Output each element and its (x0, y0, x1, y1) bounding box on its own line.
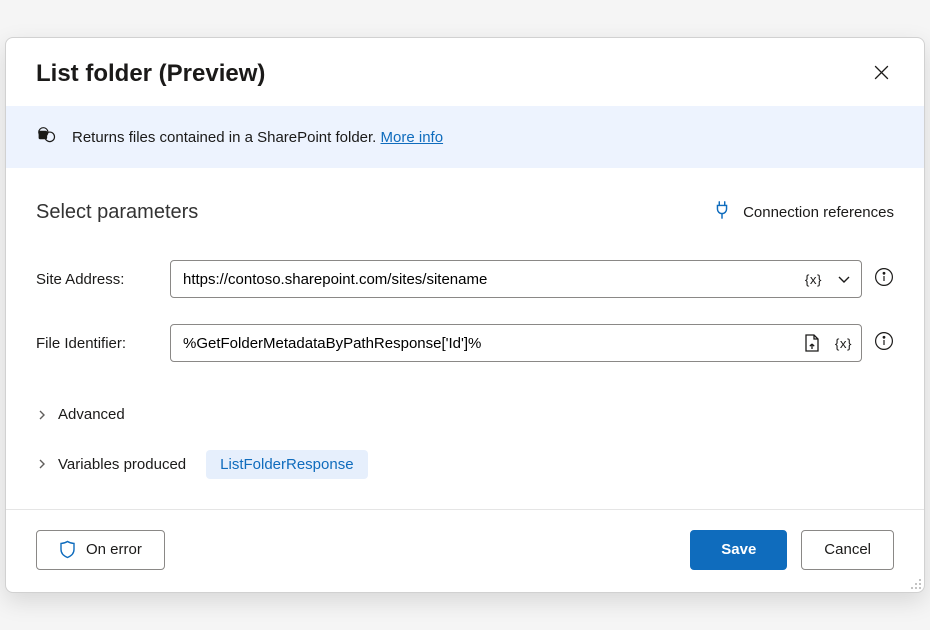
close-icon (873, 64, 890, 81)
dialog: List folder (Preview) S Returns files co… (5, 37, 925, 593)
parameters-header: Select parameters Connection references (36, 200, 894, 224)
site-address-label: Site Address: (36, 271, 158, 288)
section-title: Select parameters (36, 201, 198, 224)
banner-text: Returns files contained in a SharePoint … (72, 129, 443, 146)
banner-description: Returns files contained in a SharePoint … (72, 129, 376, 146)
info-icon (874, 331, 894, 351)
variables-label: Variables produced (58, 456, 186, 473)
insert-variable-button[interactable]: {x} (832, 333, 855, 354)
shield-icon (59, 540, 76, 559)
site-address-input[interactable] (183, 271, 802, 288)
site-address-actions: {x} (802, 268, 855, 290)
info-banner: S Returns files contained in a SharePoin… (6, 106, 924, 168)
plug-icon (713, 200, 731, 224)
sharepoint-icon: S (36, 124, 58, 150)
footer-actions: Save Cancel (690, 530, 894, 570)
site-address-row: Site Address: {x} (36, 260, 894, 298)
connection-references-button[interactable]: Connection references (713, 200, 894, 224)
dialog-footer: On error Save Cancel (6, 509, 924, 592)
dropdown-button[interactable] (833, 268, 855, 290)
chevron-right-icon (36, 458, 48, 470)
advanced-expander[interactable]: Advanced (36, 406, 125, 423)
insert-variable-button[interactable]: {x} (802, 269, 825, 290)
file-identifier-label: File Identifier: (36, 335, 158, 352)
variable-icon: {x} (835, 336, 852, 351)
site-address-input-wrap[interactable]: {x} (170, 260, 862, 298)
chevron-right-icon (36, 409, 48, 421)
variables-expander[interactable]: Variables produced (36, 456, 186, 473)
file-identifier-input-wrap[interactable]: {x} (170, 324, 862, 362)
on-error-label: On error (86, 541, 142, 558)
chevron-down-icon (836, 271, 852, 287)
advanced-label: Advanced (58, 406, 125, 423)
file-identifier-input[interactable] (183, 335, 800, 352)
save-button[interactable]: Save (690, 530, 787, 570)
file-picker-icon (803, 333, 821, 353)
variable-icon: {x} (805, 272, 822, 287)
more-info-link[interactable]: More info (381, 129, 444, 146)
on-error-button[interactable]: On error (36, 530, 165, 570)
file-identifier-actions: {x} (800, 330, 855, 356)
dialog-title: List folder (Preview) (36, 60, 265, 88)
connection-references-label: Connection references (743, 204, 894, 221)
site-address-help-button[interactable] (874, 267, 894, 292)
cancel-button[interactable]: Cancel (801, 530, 894, 570)
dialog-header: List folder (Preview) (6, 38, 924, 106)
info-icon (874, 267, 894, 287)
file-identifier-help-button[interactable] (874, 331, 894, 356)
file-picker-button[interactable] (800, 330, 824, 356)
close-button[interactable] (869, 60, 894, 88)
output-variable-chip[interactable]: ListFolderResponse (206, 450, 367, 479)
file-identifier-row: File Identifier: {x} (36, 324, 894, 362)
dialog-body: Select parameters Connection references … (6, 168, 924, 509)
variables-produced-row: Variables produced ListFolderResponse (36, 450, 894, 479)
